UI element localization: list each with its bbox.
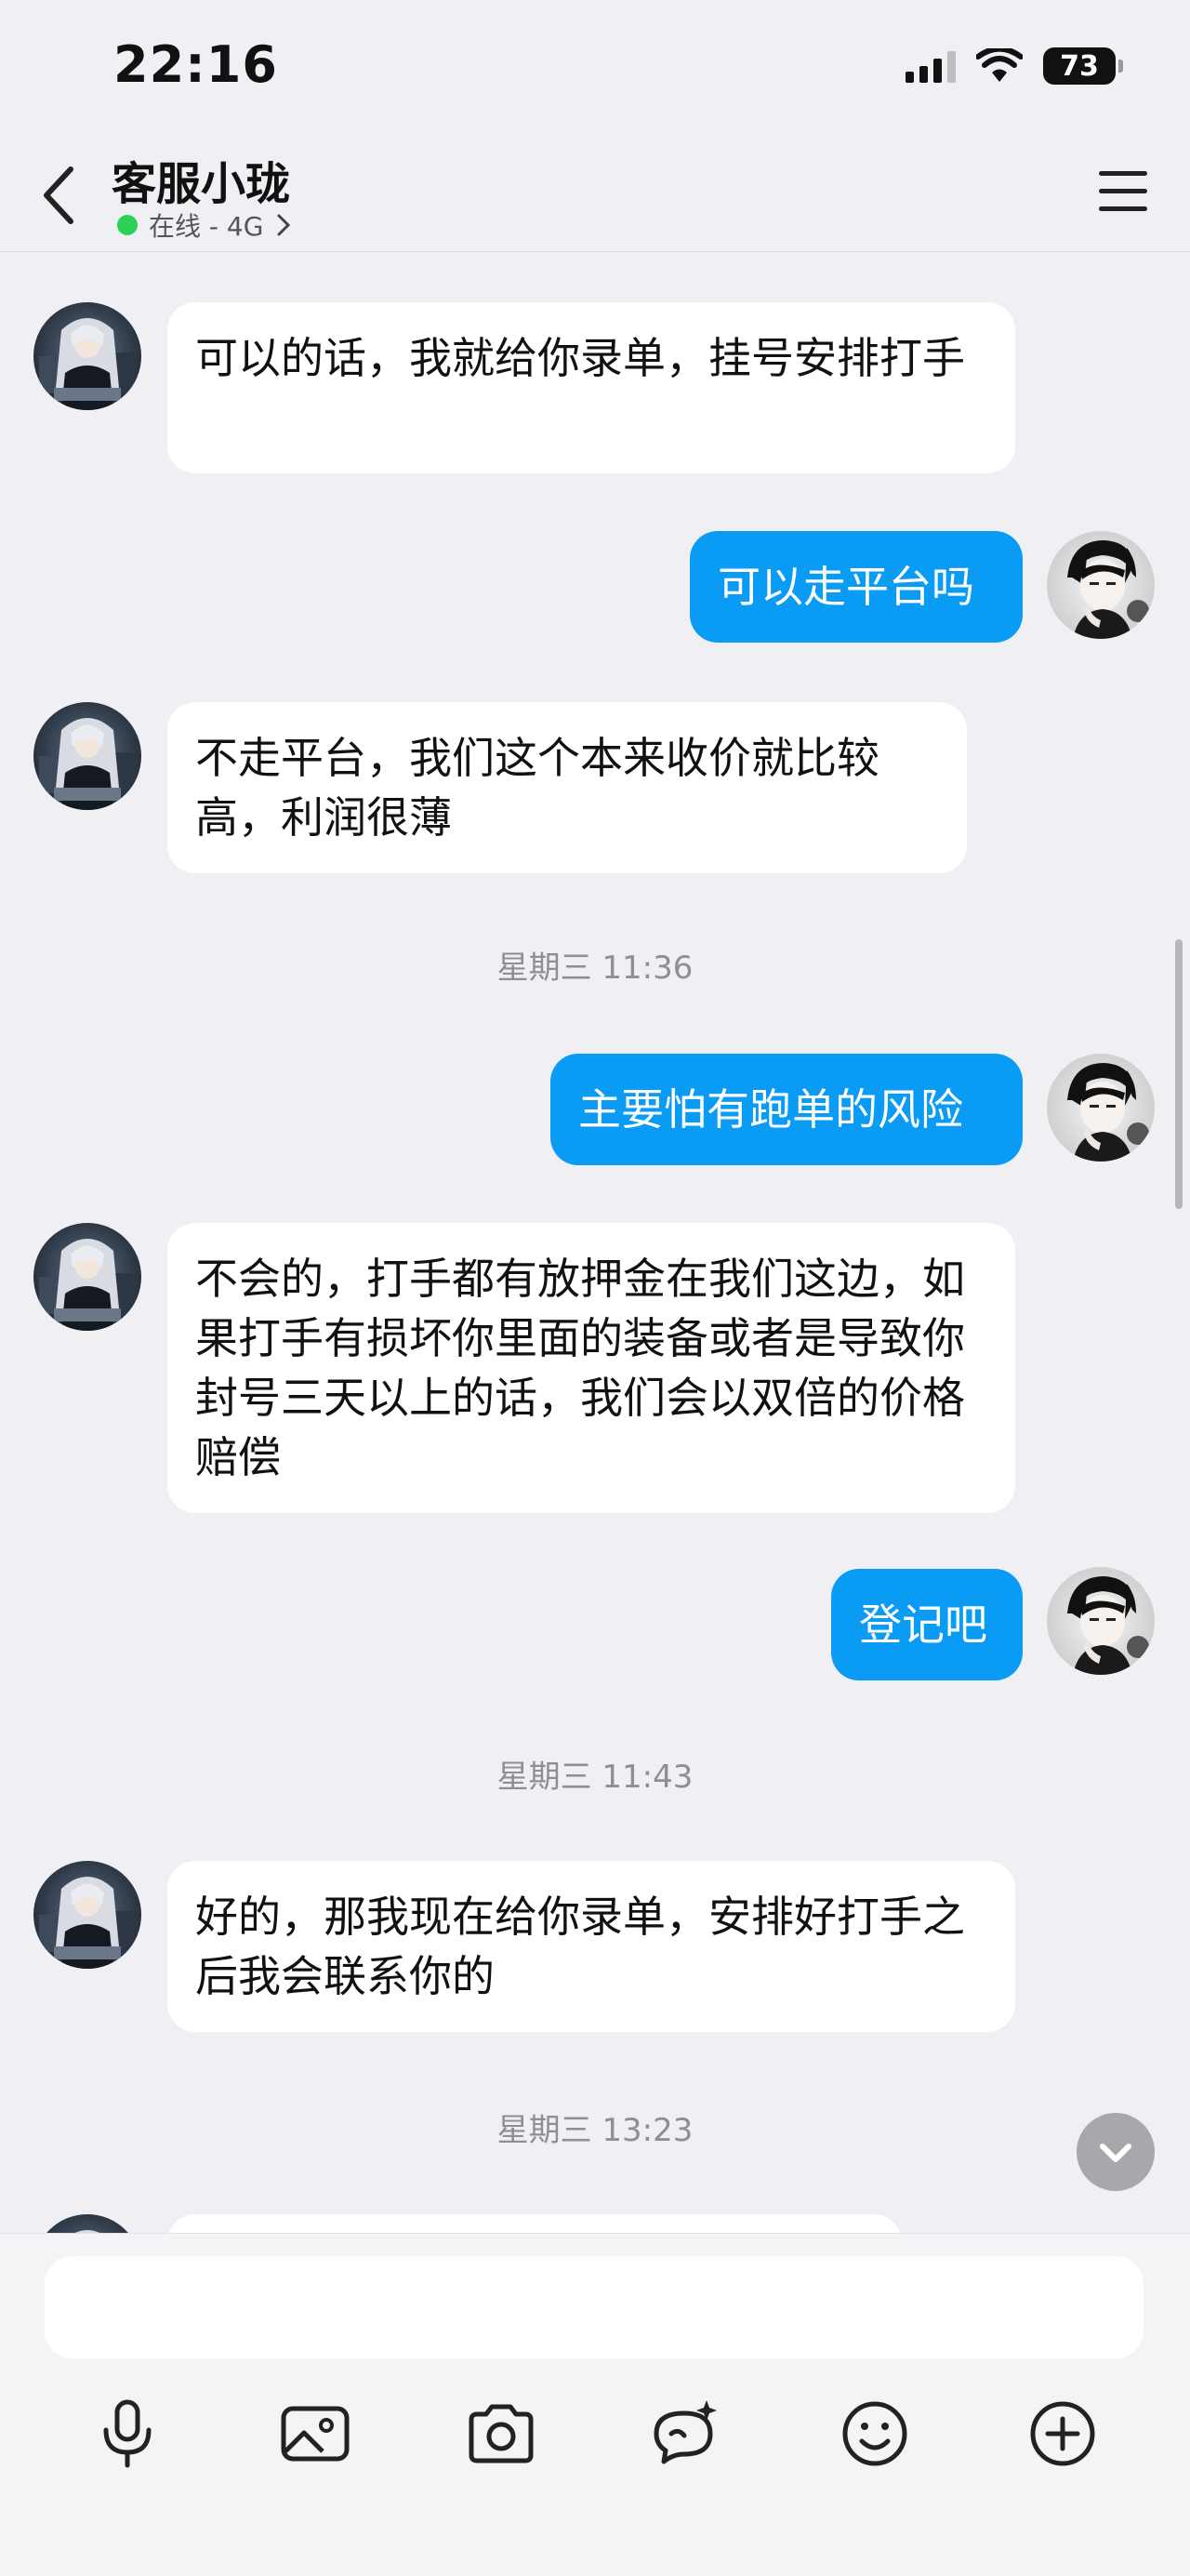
message-list[interactable]: 可以的话，我就给你录单，挂号安排打手 可以走平台吗 不走平台，我们这个本来收价就… <box>0 252 1190 2233</box>
message-timestamp: 星期三 11:36 <box>496 949 694 987</box>
agent-avatar[interactable] <box>33 702 141 810</box>
scrollbar[interactable] <box>1175 939 1183 1209</box>
user-avatar[interactable] <box>1047 1054 1155 1162</box>
message-bubble[interactable]: 不走平台，我们这个本来收价就比较高，利润很薄 <box>167 702 967 873</box>
status-icons: 73 <box>906 43 1123 89</box>
microphone-icon <box>103 2399 152 2468</box>
cellular-signal-icon <box>906 49 956 83</box>
composer-toolbar <box>0 2373 1190 2494</box>
image-icon <box>281 2406 350 2462</box>
message-bubble[interactable]: 登记吧 <box>831 1569 1023 1680</box>
contact-status[interactable]: 在线 - 4G <box>117 206 293 244</box>
scroll-to-bottom-button[interactable] <box>1077 2113 1155 2191</box>
agent-avatar[interactable] <box>33 1223 141 1331</box>
message-bubble[interactable] <box>167 2214 902 2233</box>
battery-level: 73 <box>1060 49 1099 83</box>
plus-icon <box>1030 2401 1095 2466</box>
status-bar: 22:16 73 <box>0 0 1190 130</box>
message-bubble[interactable]: 不会的，打手都有放押金在我们这边，如果打手有损坏你里面的装备或者是导致你封号三天… <box>167 1223 1015 1513</box>
image-button[interactable] <box>255 2373 376 2494</box>
chevron-down-icon <box>1100 2144 1131 2162</box>
message-bubble[interactable]: 主要怕有跑单的风险 <box>550 1054 1023 1165</box>
message-bubble[interactable]: 可以走平台吗 <box>690 531 1023 643</box>
message-timestamp: 星期三 13:23 <box>496 2112 694 2149</box>
camera-button[interactable] <box>441 2373 562 2494</box>
message-timestamp: 星期三 11:43 <box>496 1759 694 1796</box>
emoji-button[interactable] <box>814 2373 935 2494</box>
agent-avatar[interactable] <box>33 1861 141 1969</box>
agent-avatar[interactable] <box>33 302 141 410</box>
user-avatar[interactable] <box>1047 1567 1155 1675</box>
composer <box>0 2233 1190 2576</box>
chevron-left-icon <box>44 166 73 224</box>
message-input[interactable] <box>45 2256 1144 2358</box>
chat-header: 客服小珑 在线 - 4G <box>0 130 1190 252</box>
status-time: 22:16 <box>113 35 278 94</box>
more-button[interactable] <box>1002 2373 1123 2494</box>
ai-assistant-button[interactable] <box>627 2373 747 2494</box>
online-status-icon <box>117 215 138 235</box>
camera-icon <box>469 2404 534 2463</box>
chevron-right-icon <box>277 214 291 236</box>
menu-button[interactable] <box>1093 164 1153 219</box>
back-button[interactable] <box>28 158 93 232</box>
agent-avatar[interactable] <box>33 2214 141 2233</box>
battery-icon: 73 <box>1043 47 1123 85</box>
contact-status-text: 在线 - 4G <box>149 211 264 242</box>
wifi-icon <box>976 48 1023 82</box>
emoji-icon <box>842 2401 907 2466</box>
user-avatar[interactable] <box>1047 531 1155 639</box>
message-bubble[interactable]: 好的，那我现在给你录单，安排好打手之后我会联系你的 <box>167 1861 1015 2032</box>
voice-button[interactable] <box>67 2373 188 2494</box>
contact-name[interactable]: 客服小珑 <box>112 147 290 212</box>
message-bubble[interactable]: 可以的话，我就给你录单，挂号安排打手 <box>167 302 1015 473</box>
ai-assistant-icon <box>654 2400 717 2464</box>
